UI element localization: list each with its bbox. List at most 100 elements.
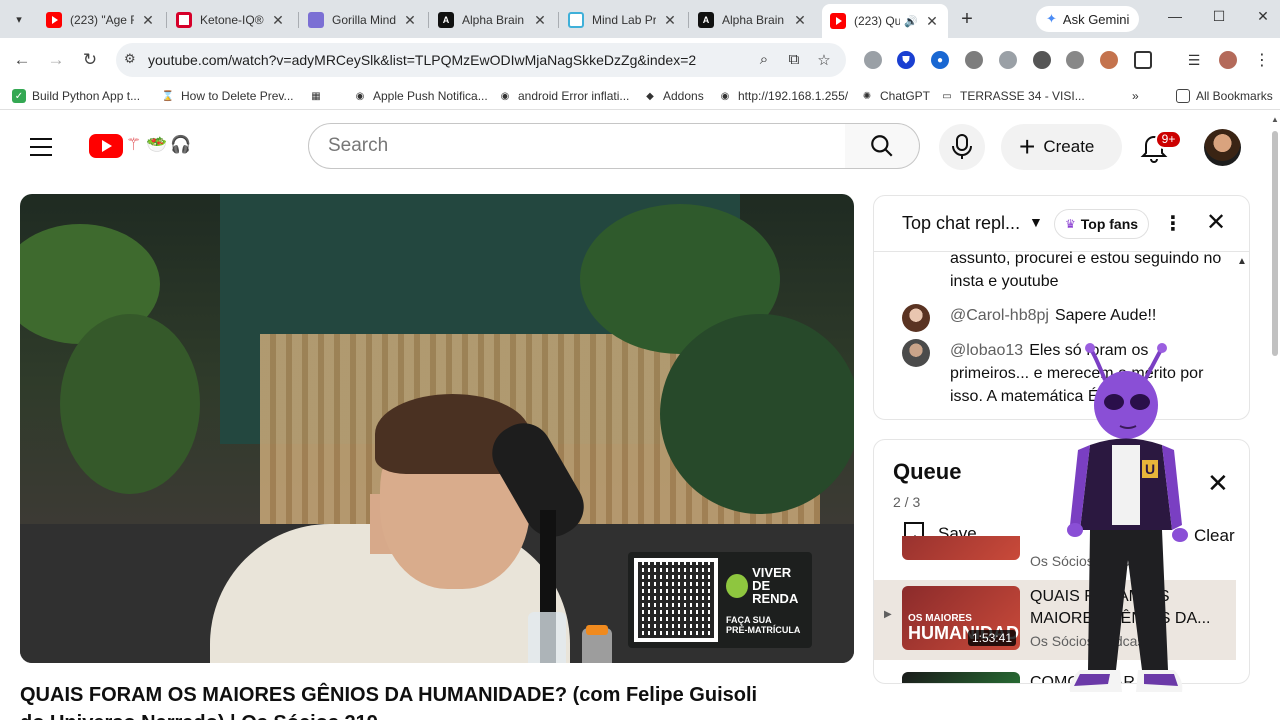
alpha-icon: A bbox=[438, 12, 454, 28]
chevron-down-icon[interactable]: ▼ bbox=[1029, 214, 1043, 230]
globe-icon: ◉ bbox=[720, 90, 730, 102]
ask-gemini-button[interactable]: ✦ Ask Gemini bbox=[1036, 6, 1140, 32]
reading-list-icon[interactable]: ☰ bbox=[1185, 51, 1203, 69]
video-title: QUAIS FORAM OS MAIORES GÊNIOS DA HUMANID… bbox=[20, 684, 758, 720]
bookmark-item[interactable]: ▭ TERRASSE 34 - VISI... bbox=[940, 87, 1084, 105]
close-icon[interactable]: ✕ bbox=[532, 12, 548, 29]
page-icon: ▭ bbox=[942, 90, 952, 102]
tab-5[interactable]: Mind Lab Pr ✕ bbox=[560, 6, 686, 34]
close-icon[interactable]: ✕ bbox=[662, 12, 678, 29]
reload-button[interactable]: ↻ bbox=[78, 48, 102, 72]
bookmark-item[interactable]: ◉ android Error inflati... bbox=[498, 87, 630, 105]
tab-1[interactable]: (223) "Age R ✕ bbox=[38, 6, 164, 34]
duration-badge: 1:53:41 bbox=[967, 630, 1016, 646]
bookmark-item[interactable]: ◉ Apple Push Notifica... bbox=[353, 87, 488, 105]
video-thumbnail: OS MAIORES HUMANIDADE 1:53:41 bbox=[902, 586, 1020, 650]
extension-icon[interactable] bbox=[864, 51, 882, 69]
minimize-button[interactable]: — bbox=[1160, 8, 1190, 24]
scroll-up-icon[interactable]: ▲ bbox=[1271, 115, 1279, 124]
doodle-icon: 🥗 bbox=[146, 135, 168, 154]
extension-icon[interactable] bbox=[1100, 51, 1118, 69]
more-bookmarks-button[interactable]: » bbox=[1132, 87, 1139, 105]
plus-icon: + bbox=[1019, 131, 1036, 162]
more-options-icon[interactable]: ⋮ bbox=[1163, 211, 1183, 236]
bookmark-star-icon[interactable]: ☆ bbox=[814, 51, 834, 69]
youtube-icon bbox=[830, 13, 846, 29]
profile-avatar[interactable] bbox=[1219, 51, 1237, 69]
search-icon bbox=[871, 135, 893, 157]
extension-icon[interactable] bbox=[965, 51, 983, 69]
extension-icon[interactable] bbox=[999, 51, 1017, 69]
search-input[interactable] bbox=[309, 124, 845, 168]
maximize-button[interactable]: ☐ bbox=[1204, 8, 1234, 25]
site-info-icon[interactable]: ⚙ bbox=[124, 51, 136, 67]
all-bookmarks-button[interactable]: All Bookmarks bbox=[1176, 87, 1273, 105]
bookmark-item[interactable]: ◉ http://192.168.1.255/ bbox=[718, 87, 848, 105]
folder-icon bbox=[1176, 89, 1190, 103]
chat-message: assunto, procurei e estou seguindo no in… bbox=[950, 250, 1222, 290]
avatar[interactable] bbox=[902, 339, 930, 367]
headphones-icon: 🎧 bbox=[170, 135, 192, 154]
tab-6[interactable]: A Alpha Brain ✕ bbox=[690, 6, 816, 34]
menu-icon[interactable] bbox=[30, 138, 52, 156]
notification-badge: 9+ bbox=[1155, 130, 1182, 149]
close-window-button[interactable]: ✕ bbox=[1248, 8, 1278, 25]
chat-mode-selector[interactable]: Top chat repl... bbox=[902, 213, 1020, 234]
qr-code bbox=[634, 558, 718, 642]
bookmark-item[interactable]: ⌛ How to Delete Prev... bbox=[161, 87, 294, 105]
puzzle-icon: ◆ bbox=[646, 90, 654, 102]
youtube-logo[interactable] bbox=[89, 134, 123, 158]
opera-icon bbox=[176, 12, 192, 28]
back-button[interactable]: ← bbox=[10, 48, 34, 72]
forward-button[interactable]: → bbox=[44, 48, 68, 72]
browser-menu-icon[interactable]: ⋮ bbox=[1253, 51, 1271, 69]
search-button[interactable] bbox=[845, 123, 920, 169]
extension-icon[interactable]: ● bbox=[931, 51, 949, 69]
tab-search-button[interactable]: ▾ bbox=[6, 7, 32, 31]
tab-2[interactable]: Ketone-IQ® ✕ bbox=[168, 6, 294, 34]
video-thumbnail bbox=[902, 536, 1020, 560]
video-thumbnail bbox=[902, 672, 1020, 683]
gemini-icon: ✦ bbox=[1046, 11, 1057, 26]
browser-tab-strip: ▾ (223) "Age R ✕ Ketone-IQ® ✕ Gorilla Mi… bbox=[0, 0, 1280, 38]
avatar[interactable] bbox=[902, 304, 930, 332]
apps-grid-icon[interactable]: ▦ bbox=[309, 87, 329, 105]
bookmark-item[interactable]: ◆ Addons bbox=[643, 87, 704, 105]
close-icon[interactable]: ✕ bbox=[140, 12, 156, 29]
extension-icon[interactable] bbox=[1033, 51, 1051, 69]
install-app-icon[interactable]: ⧉ bbox=[784, 51, 804, 68]
extensions-puzzle-icon[interactable] bbox=[1134, 51, 1152, 69]
close-icon[interactable]: ✕ bbox=[1206, 208, 1226, 237]
zoom-icon[interactable]: ⌕ bbox=[754, 51, 774, 68]
scrollbar-thumb[interactable] bbox=[1272, 131, 1278, 356]
tab-3[interactable]: Gorilla Mind ✕ bbox=[300, 6, 426, 34]
address-bar[interactable]: ⚙ youtube.com/watch?v=adyMRCeySlk&list=T… bbox=[116, 43, 846, 77]
queue-count: 2 / 3 bbox=[893, 494, 921, 510]
account-avatar[interactable] bbox=[1204, 129, 1241, 166]
brand-logo-icon bbox=[726, 573, 749, 598]
tab-4[interactable]: A Alpha Brain ✕ bbox=[430, 6, 556, 34]
new-tab-button[interactable]: + bbox=[956, 8, 978, 30]
create-button[interactable]: + Create bbox=[1001, 124, 1122, 170]
close-icon[interactable]: ✕ bbox=[402, 12, 418, 29]
tab-active[interactable]: (223) Qu 🔊 ✕ bbox=[822, 4, 948, 38]
shield-extension-icon[interactable]: ⛊ bbox=[897, 51, 915, 69]
extension-icon[interactable] bbox=[1066, 51, 1084, 69]
voice-search-button[interactable] bbox=[939, 124, 985, 170]
close-icon[interactable]: ✕ bbox=[270, 12, 286, 29]
page-scrollbar[interactable]: ▲ bbox=[1270, 111, 1280, 720]
youtube-icon bbox=[46, 12, 62, 28]
close-icon[interactable]: ✕ bbox=[792, 12, 808, 29]
bookmarks-bar: ✓ Build Python App t... ⌛ How to Delete Pr… bbox=[0, 82, 1280, 110]
speaker-icon[interactable]: 🔊 bbox=[904, 15, 918, 28]
close-icon[interactable]: ✕ bbox=[924, 13, 940, 30]
search-field[interactable] bbox=[308, 123, 846, 169]
svg-text:U: U bbox=[1145, 461, 1155, 477]
chat-scroll-up-icon[interactable]: ▲ bbox=[1237, 256, 1247, 267]
globe-icon: ◉ bbox=[355, 90, 365, 102]
top-fans-chip[interactable]: ♛ Top fans bbox=[1054, 209, 1150, 239]
bottle-cap bbox=[586, 625, 608, 635]
bookmark-item[interactable]: ✓ Build Python App t... bbox=[12, 87, 140, 105]
close-icon[interactable]: ✕ bbox=[1207, 468, 1229, 499]
bookmark-item[interactable]: ✺ ChatGPT bbox=[860, 87, 930, 105]
